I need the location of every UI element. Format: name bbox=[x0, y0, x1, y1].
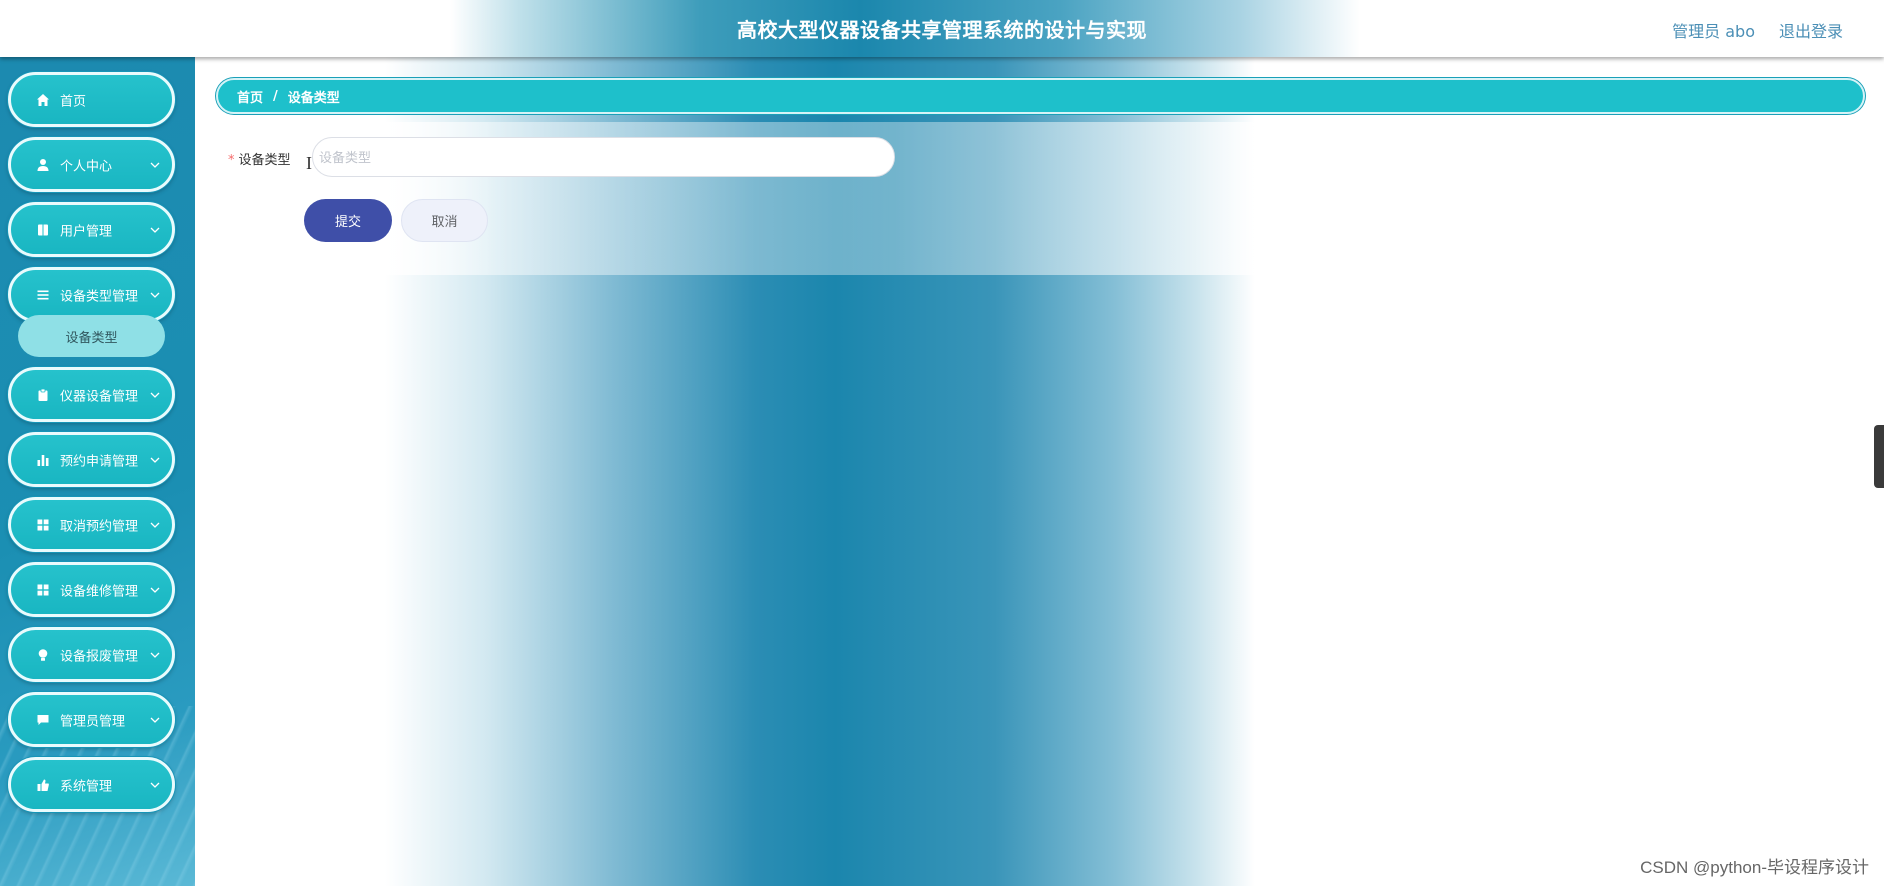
bar-chart-icon bbox=[36, 453, 50, 467]
submenu-item-device-type[interactable]: 设备类型 bbox=[18, 315, 165, 357]
list-icon bbox=[36, 288, 50, 302]
sidebar-item-label: 取消预约管理 bbox=[60, 519, 139, 534]
sidebar-item-scrap-management[interactable]: 设备报废管理 bbox=[8, 627, 175, 682]
chevron-down-icon bbox=[150, 715, 160, 725]
field-label-text: 设备类型 bbox=[238, 153, 291, 168]
sidebar-item-label: 仪器设备管理 bbox=[60, 389, 139, 404]
chat-icon bbox=[36, 713, 50, 727]
breadcrumb-separator: / bbox=[273, 88, 278, 104]
sidebar-item-instrument-management[interactable]: 仪器设备管理 bbox=[8, 367, 175, 422]
device-type-input[interactable] bbox=[312, 137, 895, 177]
sidebar-item-system-management[interactable]: 系统管理 bbox=[8, 757, 175, 812]
watermark-text: CSDN @python-毕设程序设计 bbox=[1640, 858, 1869, 877]
chevron-down-icon bbox=[150, 780, 160, 790]
side-scroll-handle[interactable] bbox=[1874, 425, 1884, 488]
clipboard-icon bbox=[36, 388, 50, 402]
chevron-down-icon bbox=[150, 650, 160, 660]
chevron-down-icon bbox=[150, 585, 160, 595]
person-icon bbox=[36, 158, 50, 172]
cancel-button[interactable]: 取消 bbox=[401, 199, 488, 242]
grid-icon bbox=[36, 583, 50, 597]
sidebar-item-label: 系统管理 bbox=[60, 779, 113, 794]
lightbulb-icon bbox=[36, 648, 50, 662]
sidebar-item-device-type-management[interactable]: 设备类型管理 bbox=[8, 267, 175, 322]
sidebar-item-repair-management[interactable]: 设备维修管理 bbox=[8, 562, 175, 617]
sidebar-item-admin-management[interactable]: 管理员管理 bbox=[8, 692, 175, 747]
breadcrumb: 首页 / 设备类型 bbox=[216, 78, 1865, 114]
submit-button[interactable]: 提交 bbox=[304, 199, 392, 242]
home-icon bbox=[36, 93, 50, 107]
required-mark: * bbox=[228, 153, 235, 168]
chevron-down-icon bbox=[150, 225, 160, 235]
text-cursor-icon: I bbox=[306, 153, 312, 173]
current-user-label: 管理员 abo bbox=[1672, 22, 1755, 41]
sidebar-item-cancel-reservation-management[interactable]: 取消预约管理 bbox=[8, 497, 175, 552]
logout-button[interactable]: 退出登录 bbox=[1779, 18, 1843, 42]
sidebar-item-label: 设备维修管理 bbox=[60, 584, 139, 599]
sidebar-item-label: 管理员管理 bbox=[60, 714, 126, 729]
breadcrumb-current: 设备类型 bbox=[287, 90, 340, 106]
device-type-field-label: * 设备类型 bbox=[228, 149, 291, 168]
sidebar-item-user-management[interactable]: 用户管理 bbox=[8, 202, 175, 257]
sidebar-item-label: 个人中心 bbox=[60, 159, 113, 174]
sidebar-item-label: 用户管理 bbox=[60, 224, 113, 239]
chevron-down-icon bbox=[150, 290, 160, 300]
chevron-down-icon bbox=[150, 160, 160, 170]
grid-icon bbox=[36, 518, 50, 532]
sidebar-item-label: 首页 bbox=[60, 94, 87, 109]
book-icon bbox=[36, 223, 50, 237]
sidebar-item-label: 设备报废管理 bbox=[60, 649, 139, 664]
chevron-down-icon bbox=[150, 455, 160, 465]
page-title: 高校大型仪器设备共享管理系统的设计与实现 bbox=[737, 18, 1147, 42]
chevron-down-icon bbox=[150, 520, 160, 530]
breadcrumb-home-link[interactable]: 首页 bbox=[237, 87, 263, 106]
sidebar-item-personal-center[interactable]: 个人中心 bbox=[8, 137, 175, 192]
chevron-down-icon bbox=[150, 390, 160, 400]
top-header: 高校大型仪器设备共享管理系统的设计与实现 管理员 abo 退出登录 bbox=[0, 0, 1884, 57]
thumbs-up-icon bbox=[36, 778, 50, 792]
sidebar-item-label: 设备类型管理 bbox=[60, 289, 139, 304]
sidebar-item-home[interactable]: 首页 bbox=[8, 72, 175, 127]
sidebar-item-reservation-management[interactable]: 预约申请管理 bbox=[8, 432, 175, 487]
sidebar-item-label: 预约申请管理 bbox=[60, 454, 139, 469]
